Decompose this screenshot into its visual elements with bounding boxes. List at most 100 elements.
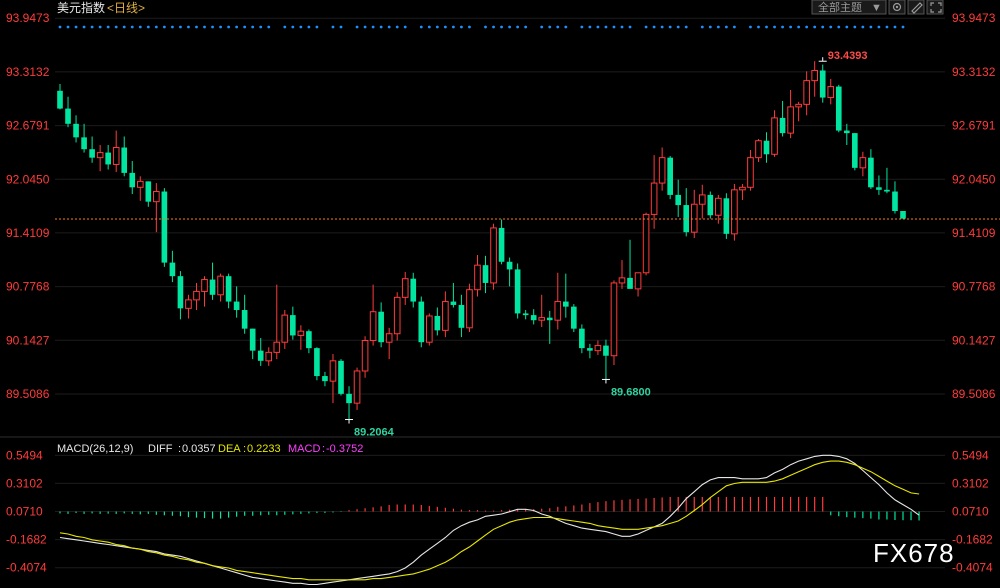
candle[interactable] bbox=[346, 393, 352, 404]
candle[interactable] bbox=[169, 262, 176, 277]
candle[interactable] bbox=[474, 264, 481, 291]
candle[interactable] bbox=[811, 69, 818, 82]
candle[interactable] bbox=[145, 181, 152, 202]
candle[interactable] bbox=[506, 261, 513, 270]
candle[interactable] bbox=[795, 103, 802, 108]
candle[interactable] bbox=[81, 137, 87, 150]
candle[interactable] bbox=[129, 172, 136, 188]
candle[interactable] bbox=[723, 198, 730, 234]
candle[interactable] bbox=[442, 301, 449, 331]
theme-dropdown[interactable]: 全部主题 ▼ bbox=[811, 0, 887, 15]
candle[interactable] bbox=[594, 345, 602, 352]
candle[interactable] bbox=[892, 191, 898, 211]
candle[interactable] bbox=[73, 123, 79, 138]
candle[interactable] bbox=[393, 296, 401, 335]
candle[interactable] bbox=[650, 182, 658, 215]
candle[interactable] bbox=[675, 194, 682, 206]
candle[interactable] bbox=[329, 360, 337, 382]
candle[interactable] bbox=[667, 157, 673, 195]
candle[interactable] bbox=[281, 314, 289, 343]
candle[interactable] bbox=[185, 299, 192, 309]
candle[interactable] bbox=[852, 133, 858, 168]
candle[interactable] bbox=[843, 130, 850, 134]
candle[interactable] bbox=[803, 80, 810, 105]
candle[interactable] bbox=[715, 197, 722, 216]
candle[interactable] bbox=[562, 301, 569, 307]
candle[interactable] bbox=[314, 348, 320, 377]
candle[interactable] bbox=[498, 227, 505, 262]
candle[interactable] bbox=[273, 341, 281, 353]
candle[interactable] bbox=[763, 140, 770, 155]
candle[interactable] bbox=[868, 157, 874, 188]
candle[interactable] bbox=[698, 194, 706, 205]
candle[interactable] bbox=[827, 86, 835, 99]
candle[interactable] bbox=[658, 157, 666, 184]
candle[interactable] bbox=[201, 279, 208, 292]
candle[interactable] bbox=[121, 147, 128, 173]
candle[interactable] bbox=[233, 301, 240, 311]
candle[interactable] bbox=[771, 117, 778, 155]
candle[interactable] bbox=[690, 203, 698, 233]
candle[interactable] bbox=[884, 189, 890, 192]
candle[interactable] bbox=[739, 186, 746, 191]
candle[interactable] bbox=[707, 194, 714, 216]
candle[interactable] bbox=[290, 315, 296, 336]
candle[interactable] bbox=[642, 213, 650, 274]
candle[interactable] bbox=[57, 90, 63, 109]
candle[interactable] bbox=[369, 311, 377, 342]
candle[interactable] bbox=[361, 340, 369, 372]
candle[interactable] bbox=[434, 315, 441, 331]
candle[interactable] bbox=[410, 278, 417, 302]
candle[interactable] bbox=[554, 301, 562, 321]
candle[interactable] bbox=[731, 189, 738, 235]
candle[interactable] bbox=[819, 70, 826, 98]
candle[interactable] bbox=[538, 317, 546, 321]
candle[interactable] bbox=[322, 376, 328, 382]
candle[interactable] bbox=[209, 279, 216, 295]
candle[interactable] bbox=[136, 180, 144, 188]
candle[interactable] bbox=[779, 117, 786, 134]
candle[interactable] bbox=[627, 277, 633, 289]
candlestick-series[interactable] bbox=[57, 61, 906, 420]
candle[interactable] bbox=[755, 140, 762, 159]
candle[interactable] bbox=[514, 269, 521, 314]
settings-button[interactable] bbox=[888, 0, 906, 15]
candle[interactable] bbox=[522, 313, 529, 316]
candle[interactable] bbox=[105, 152, 111, 165]
fullscreen-button[interactable] bbox=[926, 0, 944, 15]
candle[interactable] bbox=[193, 290, 200, 301]
candle[interactable] bbox=[401, 278, 409, 298]
candle[interactable] bbox=[787, 106, 794, 134]
candle[interactable] bbox=[587, 348, 593, 351]
candle[interactable] bbox=[249, 328, 256, 351]
candle[interactable] bbox=[610, 282, 618, 357]
candle[interactable] bbox=[482, 265, 489, 283]
candle[interactable] bbox=[876, 187, 882, 190]
candle[interactable] bbox=[900, 210, 906, 219]
candle[interactable] bbox=[385, 333, 393, 343]
candle[interactable] bbox=[634, 272, 642, 290]
candle[interactable] bbox=[418, 301, 425, 343]
candle[interactable] bbox=[257, 350, 264, 361]
candle[interactable] bbox=[603, 345, 609, 356]
candle[interactable] bbox=[458, 304, 465, 328]
candle[interactable] bbox=[65, 108, 71, 124]
candle[interactable] bbox=[835, 86, 842, 131]
candle[interactable] bbox=[466, 289, 473, 329]
edit-button[interactable] bbox=[907, 0, 925, 15]
candle[interactable] bbox=[490, 227, 497, 284]
candle[interactable] bbox=[378, 311, 384, 343]
candle[interactable] bbox=[571, 306, 577, 329]
candle[interactable] bbox=[859, 157, 867, 169]
candle[interactable] bbox=[96, 152, 104, 159]
candle[interactable] bbox=[225, 276, 232, 302]
candle[interactable] bbox=[546, 317, 553, 321]
candle[interactable] bbox=[161, 191, 168, 263]
candle[interactable] bbox=[306, 331, 312, 349]
period-label[interactable]: <日线> bbox=[107, 1, 145, 15]
candle[interactable] bbox=[297, 330, 305, 336]
candle[interactable] bbox=[747, 157, 754, 188]
candle[interactable] bbox=[338, 360, 344, 394]
candle[interactable] bbox=[530, 315, 537, 321]
candle[interactable] bbox=[265, 351, 273, 362]
